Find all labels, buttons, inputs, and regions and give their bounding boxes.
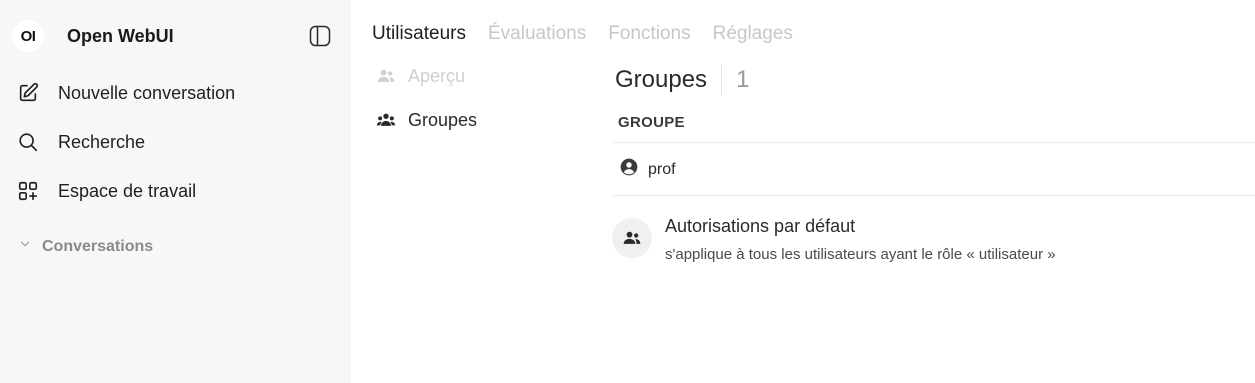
sidebar-item-workspace[interactable]: Espace de travail: [16, 179, 196, 203]
user-circle-icon: [619, 157, 639, 182]
group-name: prof: [648, 160, 676, 178]
sidebar-item-label: Espace de travail: [58, 180, 197, 201]
tab-settings[interactable]: Réglages: [713, 23, 793, 45]
page-title: Groupes: [615, 66, 708, 93]
default-permissions-description: s'applique à tous les utilisateurs ayant…: [665, 246, 1056, 263]
subnav-label: Aperçu: [408, 65, 466, 86]
app-name: Open WebUI: [67, 25, 174, 46]
group-count: 1: [736, 66, 750, 93]
subnav-groups[interactable]: Groupes: [376, 108, 477, 132]
sidebar-panel-icon: [309, 25, 331, 47]
conversations-section-toggle[interactable]: Conversations: [18, 237, 153, 256]
admin-tabs: Utilisateurs Évaluations Fonctions Régla…: [372, 23, 815, 45]
subnav-overview[interactable]: Aperçu: [376, 64, 477, 88]
sidebar-item-label: Recherche: [58, 131, 146, 152]
users-icon: [376, 66, 396, 86]
heading-divider: [721, 65, 723, 95]
search-icon: [16, 130, 40, 154]
sidebar-item-search[interactable]: Recherche: [16, 130, 145, 154]
users-icon: [612, 218, 652, 258]
sidebar-item-label: Nouvelle conversation: [58, 82, 236, 103]
sidebar: OI Open WebUI Nouvelle conversation Rech…: [0, 0, 351, 383]
default-permissions-row[interactable]: Autorisations par défaut s'applique à to…: [612, 215, 1056, 263]
brand[interactable]: OI Open WebUI: [12, 20, 174, 52]
tab-functions[interactable]: Fonctions: [608, 23, 690, 45]
chevron-down-icon: [18, 237, 32, 256]
default-permissions-text: Autorisations par défaut s'applique à to…: [665, 215, 1056, 263]
conversations-section-label: Conversations: [42, 237, 154, 255]
pencil-square-icon: [16, 81, 40, 105]
user-group-icon: [376, 110, 396, 130]
sidebar-item-new-conversation[interactable]: Nouvelle conversation: [16, 81, 235, 105]
default-permissions-title: Autorisations par défaut: [665, 216, 856, 236]
workspace-grid-icon: [16, 179, 40, 203]
toggle-sidebar-button[interactable]: [308, 24, 332, 48]
page-heading: Groupes 1: [615, 60, 1255, 100]
column-header-group[interactable]: GROUPE: [618, 114, 685, 131]
group-row[interactable]: prof: [619, 157, 676, 182]
tab-users[interactable]: Utilisateurs: [372, 23, 466, 45]
divider: [612, 142, 1255, 143]
divider: [612, 195, 1255, 196]
subnav-label: Groupes: [408, 109, 478, 130]
users-subnav: Aperçu Groupes: [376, 64, 477, 152]
tab-evaluations[interactable]: Évaluations: [488, 23, 586, 45]
app-logo: OI: [12, 20, 44, 52]
groups-panel: Groupes 1 GROUPE prof Autorisations par …: [612, 60, 1255, 263]
